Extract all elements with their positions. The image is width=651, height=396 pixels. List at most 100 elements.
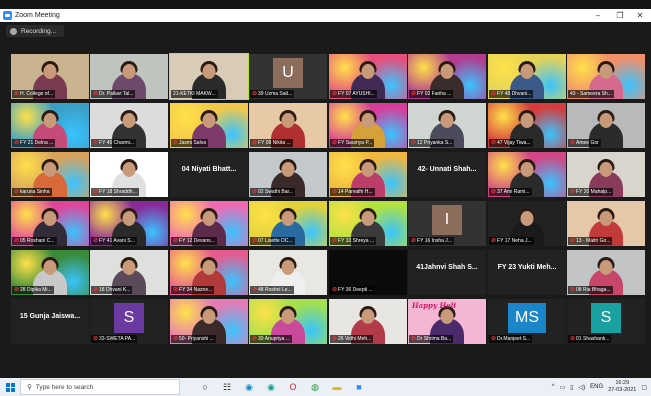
system-tray: ^ ▭ ▯ ◁) ENG 16:29 27-03-2021 ▢ <box>552 378 647 396</box>
language-indicator[interactable]: ENG <box>590 384 603 390</box>
participant-tile[interactable]: I ⊘ FY 16 Insha J... <box>408 201 486 246</box>
participant-tile[interactable]: 04 Niyati Bhatt... <box>170 152 248 197</box>
participant-tile[interactable]: ⊘ FY 33 Shreya ... <box>329 201 407 246</box>
volume-icon[interactable]: ◁) <box>579 384 586 391</box>
participant-tile[interactable]: 42- Unnati Shah... <box>408 152 486 197</box>
participant-tile[interactable]: MS ⊘ Dr.Manjeet S... <box>488 299 566 344</box>
participant-tile[interactable]: ⊘ FY 02 Fariha ... <box>408 54 486 99</box>
participant-tile[interactable]: ⊘ 05 Roshani C... <box>11 201 89 246</box>
clock[interactable]: 16:29 27-03-2021 <box>608 380 636 394</box>
participant-tile[interactable]: U ⊘ 39 Uzma Sait... <box>249 54 327 99</box>
person-face <box>43 211 57 226</box>
participant-tile[interactable]: ⊘ Dr. Pallavi Tal... <box>90 54 168 99</box>
participant-label: ⊘ FY 17 Neha J... <box>489 237 534 245</box>
participant-tile[interactable]: ⊘ 13 - Maitri Go... <box>567 201 645 246</box>
muted-mic-icon: ⊘ <box>252 91 258 97</box>
muted-mic-icon: ⊘ <box>93 91 99 97</box>
participant-label: ⊘ FY 16 Insha J... <box>409 237 454 245</box>
participant-label: ⊘ FY 02 Fariha ... <box>409 90 454 98</box>
participant-tile[interactable]: ⊘ 48 Roshni Le... <box>249 250 327 295</box>
notifications-icon[interactable]: ▢ <box>641 384 647 391</box>
participant-tile[interactable]: ⊘ 07 Lisette DC... <box>249 201 327 246</box>
muted-mic-icon: ⊘ <box>252 336 258 342</box>
participant-tile[interactable]: ⊘ 26 Vidhi Meh... <box>329 299 407 344</box>
participant-tile[interactable]: ⊘ 12 Priyanka S... <box>408 103 486 148</box>
participant-tile[interactable]: ⊘ FY 18 Shraddh... <box>90 152 168 197</box>
muted-mic-icon: ⊘ <box>93 140 99 146</box>
participant-label: ⊘ 39 Uzma Sait... <box>250 90 295 98</box>
person-face <box>281 113 295 128</box>
participant-tile[interactable]: ⊘ FY 07 AYUSHI... <box>329 54 407 99</box>
participant-tile[interactable]: ⊘ FY 45 Charmi... <box>90 103 168 148</box>
participant-tile[interactable]: ⊘ 18 Dhvani K... <box>90 250 168 295</box>
muted-mic-icon: ⊘ <box>173 336 179 342</box>
participant-name: FY 17 Neha J... <box>497 238 532 244</box>
participant-tile[interactable]: ⊘ H. College of... <box>11 54 89 99</box>
participant-tile[interactable]: ⊘ FY 36 Deepti ... <box>329 250 407 295</box>
participant-tile[interactable]: S ⊘ 33-SWETA PA... <box>90 299 168 344</box>
person-face <box>122 162 136 177</box>
network-icon[interactable]: ▭ <box>560 384 566 391</box>
zoom-icon[interactable]: ■ <box>348 378 370 396</box>
taskbar-search-box[interactable]: ⚲ Type here to search <box>20 379 180 395</box>
close-button[interactable]: ✕ <box>628 9 651 22</box>
edge-beta-icon[interactable]: ◉ <box>260 378 282 396</box>
edge-icon[interactable]: ◉ <box>238 378 260 396</box>
widgets-icon[interactable]: ☷ <box>216 378 238 396</box>
participant-name: Dr.Manjeet S... <box>497 336 531 342</box>
participant-tile[interactable]: 43 - Sameera Sh... <box>567 54 645 99</box>
chrome-icon[interactable]: ◍ <box>304 378 326 396</box>
participant-tile[interactable]: ⊘ karuna Sinha <box>11 152 89 197</box>
participant-label: ⊘ 05 Roshani C... <box>12 237 57 245</box>
participant-tile[interactable]: ⊘ 47 Vijay Tiwa... <box>488 103 566 148</box>
participant-tile[interactable]: 21-KETKI MAKW... <box>169 53 249 100</box>
participant-tile[interactable]: ⊘ 28 Dipika Mi... <box>11 250 89 295</box>
participant-tile[interactable]: FY 23 Yukti Meh... <box>488 250 566 295</box>
avatar: U <box>273 58 303 88</box>
participant-tile[interactable]: ⊘ 02 Swathi Bar... <box>249 152 327 197</box>
participant-tile[interactable]: Happy Holi ⊘ Dr Shrima Ba... <box>408 299 486 344</box>
participant-tile[interactable]: ⊘ 08 Ria Bhaga... <box>567 250 645 295</box>
participant-tile[interactable]: ⊘ FY 12 Devans... <box>170 201 248 246</box>
opera-icon[interactable]: O <box>282 378 304 396</box>
participant-name: FY 33 Shreya ... <box>338 238 375 244</box>
participant-tile[interactable]: ⊘ 37 Ami Rami... <box>488 152 566 197</box>
person-face <box>202 309 216 324</box>
participant-tile[interactable]: 41Jahnvi Shah S... <box>408 250 486 295</box>
participant-tile[interactable]: S ⊘ 01 Shashank... <box>567 299 645 344</box>
participant-label: ⊘ FY 20 Mahalp... <box>568 188 614 196</box>
chevron-up-icon[interactable]: ^ <box>552 384 555 390</box>
recording-indicator[interactable]: Recording... <box>6 25 65 37</box>
battery-icon[interactable]: ▯ <box>570 384 573 391</box>
participant-name: 28 Dipika Mi... <box>20 287 52 293</box>
video-off-area <box>349 256 387 286</box>
participant-name: FY 16 Insha J... <box>417 238 452 244</box>
participant-tile[interactable]: ⊘ 50- Priyanshi ... <box>170 299 248 344</box>
person-face <box>361 113 375 128</box>
participant-tile[interactable]: ⊘ FY 08 Nikita ... <box>249 103 327 148</box>
participant-name-large: 41Jahnvi Shah S... <box>416 264 478 271</box>
muted-mic-icon: ⊘ <box>411 238 417 244</box>
participant-label: ⊘ FY 21 Delna ... <box>12 139 56 147</box>
participant-name: 39 Uzma Sait... <box>258 91 293 97</box>
participant-tile[interactable]: ⊘ 14 Parvathi H... <box>329 152 407 197</box>
participant-tile[interactable]: ⊘ FY 20 Mahalp... <box>567 152 645 197</box>
minimize-button[interactable]: – <box>586 9 610 22</box>
participant-label: ⊘ 02 Swathi Bar... <box>250 188 296 196</box>
participant-tile[interactable]: ⊘ FY 34 Nazne... <box>170 250 248 295</box>
participant-tile[interactable]: ⊘ Amee Gor <box>567 103 645 148</box>
task-view-icon[interactable]: ○ <box>194 378 216 396</box>
participant-tile[interactable]: ⊘ FY 17 Neha J... <box>488 201 566 246</box>
participant-tile[interactable]: ⊘ FY 41 Avani S... <box>90 201 168 246</box>
participant-tile[interactable]: ⊘ FY 21 Delna ... <box>11 103 89 148</box>
participant-name: FY 02 Fariha ... <box>417 91 452 97</box>
participant-tile[interactable]: ⊘ FY 48 Dhvani... <box>488 54 566 99</box>
start-button[interactable] <box>0 382 20 392</box>
participant-tile[interactable]: ⊘ FY Saumya P... <box>329 103 407 148</box>
participant-tile[interactable]: ⊘ 30 Anupriya ... <box>249 299 327 344</box>
participant-tile[interactable]: 15 Gunja Jaiswa... <box>11 299 89 344</box>
muted-mic-icon: ⊘ <box>332 140 338 146</box>
participant-name: 01 Shashank... <box>576 336 610 342</box>
file-explorer-icon[interactable]: ▬ <box>326 378 348 396</box>
participant-tile[interactable]: ⊘ Jasmi Salva <box>170 103 248 148</box>
